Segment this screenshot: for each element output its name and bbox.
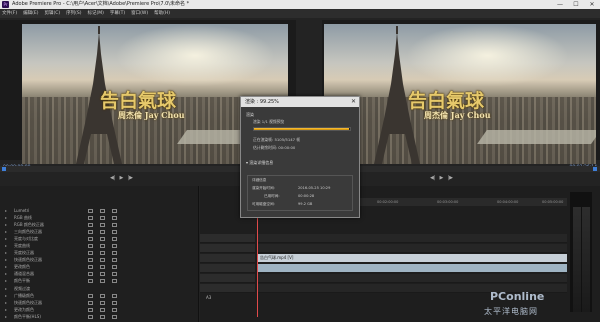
track-header-a1[interactable]: A1 xyxy=(200,264,255,280)
track-header-v2[interactable]: V2 xyxy=(200,244,255,260)
render-dialog: 渲染 : 99.25% ✕ 渲染 渲染 1/1 视频预览 正在渲染帧: 5105… xyxy=(240,96,360,218)
effect-item[interactable]: ▸ 更改颜色 xyxy=(0,264,198,270)
details-heading: 详细信息 xyxy=(252,178,267,182)
track-header-a3[interactable]: A3 xyxy=(200,284,255,300)
effect-item[interactable]: ▸ Lumetri xyxy=(0,208,198,214)
song-title-logo: 告白氣球 xyxy=(100,90,177,112)
track-v3[interactable] xyxy=(257,234,567,243)
track-header-v1[interactable]: V1 xyxy=(200,254,255,270)
artist-logo: 周杰倫 Jay Chou xyxy=(118,110,185,120)
artist-logo: 周杰倫 Jay Chou xyxy=(424,110,491,120)
effects-panel: ▸ Lumetri ▸ RGB 曲线 ▸ RGB 颜色校正器 ▸ 三向颜色校正器 ▸ 亮度… xyxy=(0,186,199,322)
effect-item[interactable]: ▸ 颜色平衡(HLS) xyxy=(0,314,198,320)
disk-space-label: 可用磁盘空间: xyxy=(252,202,275,206)
minimize-button[interactable]: — xyxy=(552,0,568,9)
details-toggle[interactable]: ▾ 渲染详细信息 xyxy=(246,160,273,166)
program-transport-controls: ◀| ▶ |▶ xyxy=(430,174,453,182)
premiere-app-icon: Pr xyxy=(2,1,9,8)
menu-marker[interactable]: 标记(M) xyxy=(88,9,104,18)
menu-bar: 文件(F) 编辑(E) 剪辑(C) 序列(S) 标记(M) 字幕(T) 窗口(W… xyxy=(0,9,600,18)
render-progress-fill xyxy=(254,128,350,130)
effect-category[interactable]: ▸ 视频过渡 xyxy=(0,286,198,292)
effect-item[interactable]: ▸ 亮度校正器 xyxy=(0,250,198,256)
render-dialog-title: 渲染 : 99.25% xyxy=(245,99,279,105)
elapsed-value: 00:00:28 xyxy=(298,194,315,198)
effect-item[interactable]: ▸ 广播级颜色 xyxy=(0,293,198,299)
remaining-time: 估计剩余时间: 00:00:00 xyxy=(253,145,296,150)
start-time-value: 2016-05-25 10:29 xyxy=(298,186,331,190)
window-titlebar: Pr Adobe Premiere Pro - C:\用户\Acer\文档\Ad… xyxy=(0,0,600,9)
disk-space-value: 99.2 GB xyxy=(298,202,313,206)
track-a2[interactable] xyxy=(257,274,567,283)
play-icon[interactable]: ▶ xyxy=(440,175,444,181)
effect-item[interactable]: ▸ 亮度与对比度 xyxy=(0,236,198,242)
effect-item[interactable]: ▸ 三向颜色校正器 xyxy=(0,229,198,235)
effect-item[interactable]: ▸ 亮度曲线 xyxy=(0,243,198,249)
menu-window[interactable]: 窗口(W) xyxy=(131,9,148,18)
program-monitor: 告白氣球 周杰倫 Jay Chou 00:03:26:14 xyxy=(322,20,600,170)
watermark-brand: PConline xyxy=(490,290,545,303)
menu-clip[interactable]: 剪辑(C) xyxy=(44,9,60,18)
effect-item[interactable]: ▸ 通道混合器 xyxy=(0,271,198,277)
render-progress-bar xyxy=(253,127,351,131)
details-box: 详细信息 渲染开始时间: 2016-05-25 10:29 已用时间: 00:0… xyxy=(247,175,353,211)
program-video-frame: 告白氣球 周杰倫 Jay Chou xyxy=(324,24,596,164)
track-v2[interactable] xyxy=(257,244,567,253)
effect-item[interactable]: ▸ RGB 颜色校正器 xyxy=(0,222,198,228)
effect-item[interactable]: ▸ 更改为颜色 xyxy=(0,307,198,313)
render-section-heading: 渲染 xyxy=(246,112,254,117)
song-title-logo: 告白氣球 xyxy=(408,90,485,112)
menu-sequence[interactable]: 序列(S) xyxy=(66,9,81,18)
step-forward-icon[interactable]: |▶ xyxy=(127,175,133,181)
step-back-icon[interactable]: ◀| xyxy=(430,175,436,181)
elapsed-label: 已用时间: xyxy=(264,194,280,198)
effect-item[interactable]: ▸ RGB 曲线 xyxy=(0,215,198,221)
watermark-chinese: 太平洋电脑网 xyxy=(484,307,538,316)
audio-meters xyxy=(570,192,592,312)
close-button[interactable]: ✕ xyxy=(584,0,600,9)
menu-help[interactable]: 帮助(H) xyxy=(154,9,170,18)
effect-item[interactable]: ▸ 快速颜色校正器 xyxy=(0,300,198,306)
step-forward-icon[interactable]: |▶ xyxy=(447,175,453,181)
window-title: Adobe Premiere Pro - C:\用户\Acer\文档\Adobe… xyxy=(12,1,190,7)
maximize-button[interactable]: ☐ xyxy=(568,0,584,9)
render-dialog-body: 渲染 渲染 1/1 视频预览 正在渲染帧: 5105/5147 帧 估计剩余时间… xyxy=(241,107,359,217)
play-icon[interactable]: ▶ xyxy=(120,175,124,181)
close-icon[interactable]: ✕ xyxy=(351,98,356,105)
video-clip[interactable]: 告白气球.mp4 [V] xyxy=(257,254,567,262)
track-header-a2[interactable]: A2 xyxy=(200,274,255,290)
track-header-v3[interactable]: V3 xyxy=(200,234,255,250)
effect-item[interactable]: ▸ 颜色平衡 xyxy=(0,278,198,284)
start-time-label: 渲染开始时间: xyxy=(252,186,275,190)
source-transport-controls: ◀| ▶ |▶ xyxy=(110,174,133,182)
timeline-playhead[interactable] xyxy=(257,205,258,317)
menu-title[interactable]: 字幕(T) xyxy=(110,9,125,18)
rendering-label: 渲染 1/1 视频预览 xyxy=(253,119,285,124)
effect-item[interactable]: ▸ 快速颜色校正器 xyxy=(0,257,198,263)
step-back-icon[interactable]: ◀| xyxy=(110,175,116,181)
program-scrubber[interactable] xyxy=(322,166,600,172)
menu-edit[interactable]: 编辑(E) xyxy=(23,9,38,18)
audio-clip[interactable] xyxy=(257,264,567,272)
frame-count: 正在渲染帧: 5105/5147 帧 xyxy=(253,137,301,142)
menu-file[interactable]: 文件(F) xyxy=(2,9,17,18)
